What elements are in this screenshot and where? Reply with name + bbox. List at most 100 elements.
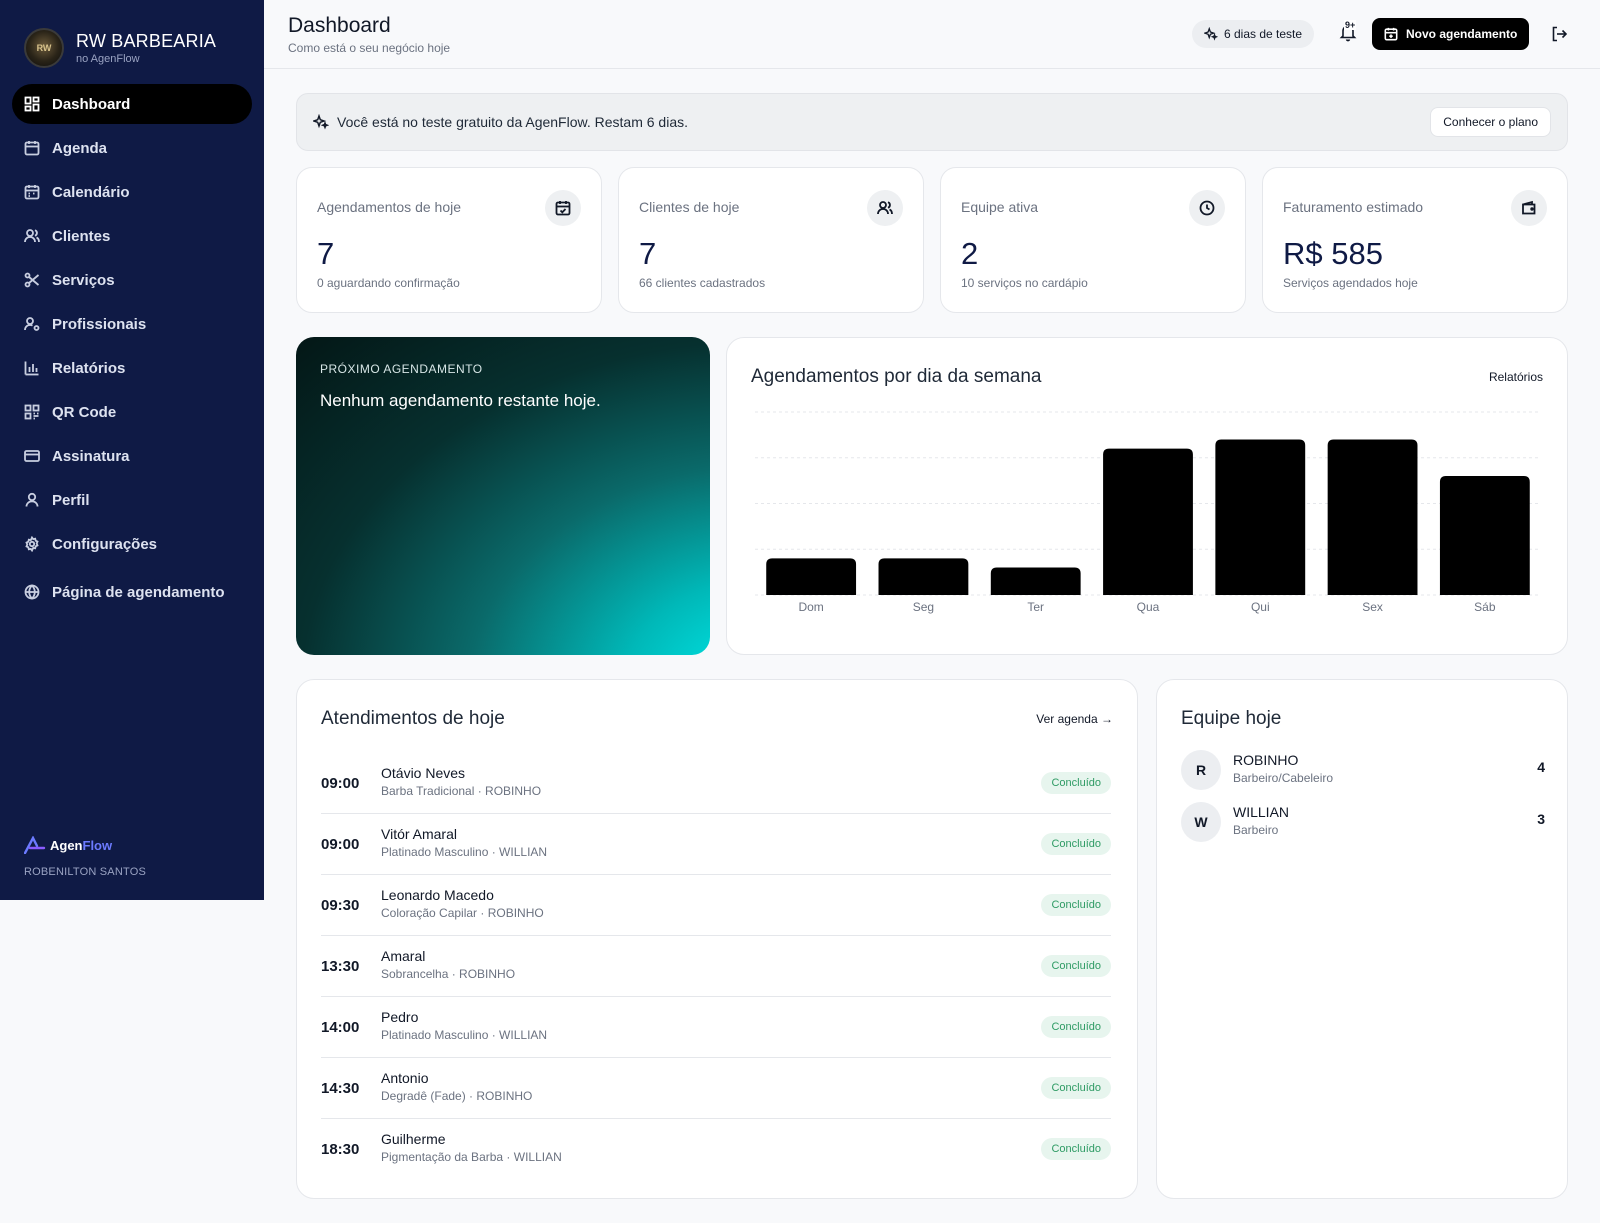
appointment-row[interactable]: 14:00 Pedro Platinado Masculino · WILLIA… bbox=[321, 997, 1111, 1058]
appointment-list: 09:00 Otávio Neves Barba Tradicional · R… bbox=[321, 753, 1111, 1180]
trial-banner: Você está no teste gratuito da AgenFlow.… bbox=[296, 93, 1568, 151]
sidebar-item-configuracoes[interactable]: Configurações bbox=[12, 524, 252, 564]
status-badge: Concluído bbox=[1041, 833, 1111, 855]
appointment-time: 13:30 bbox=[321, 958, 360, 975]
appointment-row[interactable]: 09:00 Otávio Neves Barba Tradicional · R… bbox=[321, 753, 1111, 814]
user-cog-icon bbox=[24, 317, 40, 331]
appointment-row[interactable]: 14:30 Antonio Degradê (Fade) · ROBINHO C… bbox=[321, 1058, 1111, 1119]
top-header: Dashboard Como está o seu negócio hoje 6… bbox=[264, 0, 1600, 69]
appointment-service: Platinado Masculino · WILLIAN bbox=[381, 1028, 548, 1042]
appointment-client: Leonardo Macedo bbox=[381, 887, 494, 903]
team-member-count: 4 bbox=[1537, 759, 1545, 775]
new-appointment-button[interactable]: Novo agendamento bbox=[1372, 18, 1530, 50]
dashboard-icon bbox=[24, 96, 40, 112]
chart-bar-dom[interactable] bbox=[766, 558, 857, 595]
chart-tick-label: Sex bbox=[1362, 600, 1383, 614]
agenflow-logo-flow: Flow bbox=[82, 837, 113, 853]
sidebar-item-pagina-de-agendamento[interactable]: Página de agendamento bbox=[12, 572, 252, 612]
sidebar-item-dashboard[interactable]: Dashboard bbox=[12, 84, 252, 124]
trial-days-label: 6 dias de teste bbox=[1224, 27, 1303, 41]
agenflow-logo[interactable]: Agen Flow bbox=[24, 836, 146, 854]
appointment-row[interactable]: 18:30 Guilherme Pigmentação da Barba · W… bbox=[321, 1119, 1111, 1180]
appointments-title: Atendimentos de hoje bbox=[321, 708, 505, 729]
view-agenda-link[interactable]: Ver agenda → bbox=[1036, 712, 1113, 726]
sidebar: RW RW BARBEARIA no AgenFlow Dashboard Ag… bbox=[0, 0, 264, 900]
stat-card-appointments-today: Agendamentos de hoje 7 0 aguardando conf… bbox=[296, 167, 602, 313]
team-member-role: Barbeiro bbox=[1233, 823, 1279, 837]
sidebar-item-qr-code[interactable]: QR Code bbox=[12, 392, 252, 432]
chart-bar-seg[interactable] bbox=[878, 558, 969, 595]
appointment-row[interactable]: 13:30 Amaral Sobrancelha · ROBINHO Concl… bbox=[321, 936, 1111, 997]
wallet-icon bbox=[1522, 200, 1536, 215]
agenflow-logo-agen: Agen bbox=[50, 837, 83, 853]
sidebar-item-perfil[interactable]: Perfil bbox=[12, 480, 252, 520]
sidebar-item-label: Configurações bbox=[52, 535, 158, 553]
stat-value: R$ 585 bbox=[1283, 236, 1383, 271]
owner-name: ROBENILTON SANTOS bbox=[24, 866, 146, 878]
status-badge: Concluído bbox=[1041, 955, 1111, 977]
sidebar-item-label: Perfil bbox=[52, 491, 90, 509]
appointment-service: Pigmentação da Barba · WILLIAN bbox=[381, 1150, 562, 1164]
team-member-name: WILLIAN bbox=[1233, 804, 1290, 820]
trial-days-pill[interactable]: 6 dias de teste bbox=[1192, 20, 1315, 48]
status-badge: Concluído bbox=[1041, 894, 1111, 916]
sparkles-icon bbox=[1204, 27, 1218, 41]
sidebar-item-assinatura[interactable]: Assinatura bbox=[12, 436, 252, 476]
sidebar-item-label: QR Code bbox=[52, 403, 117, 421]
team-member-row[interactable]: R ROBINHO Barbeiro/Cabeleiro 4 bbox=[1181, 750, 1545, 790]
chart-bar-sex[interactable] bbox=[1327, 439, 1418, 595]
next-appointment-label: PRÓXIMO AGENDAMENTO bbox=[320, 362, 483, 376]
sidebar-item-label: Clientes bbox=[52, 227, 111, 245]
sidebar-item-calendario[interactable]: Calendário bbox=[12, 172, 252, 212]
sidebar-item-clientes[interactable]: Clientes bbox=[12, 216, 252, 256]
stat-icon-wrapper bbox=[1511, 190, 1547, 226]
globe-icon bbox=[24, 584, 40, 600]
sparkles-icon bbox=[313, 114, 329, 130]
todays-appointments-card: Atendimentos de hoje Ver agenda → 09:00 … bbox=[296, 679, 1138, 1199]
stat-card-clients-today: Clientes de hoje 7 66 clientes cadastrad… bbox=[618, 167, 924, 313]
page-title: Dashboard bbox=[288, 14, 391, 37]
stat-label: Clientes de hoje bbox=[639, 199, 740, 215]
sidebar-item-label: Relatórios bbox=[52, 359, 126, 377]
team-member-row[interactable]: W WILLIAN Barbeiro 3 bbox=[1181, 802, 1545, 842]
calendar-plus-icon bbox=[1384, 27, 1398, 41]
sidebar-footer: Agen Flow ROBENILTON SANTOS bbox=[24, 836, 146, 878]
brand[interactable]: RW RW BARBEARIA no AgenFlow bbox=[0, 0, 264, 78]
sidebar-item-relatorios[interactable]: Relatórios bbox=[12, 348, 252, 388]
logout-button[interactable] bbox=[1550, 25, 1568, 43]
sidebar-item-label: Calendário bbox=[52, 183, 130, 201]
appointment-service: Coloração Capilar · ROBINHO bbox=[381, 906, 544, 920]
chart-bar-ter[interactable] bbox=[990, 567, 1081, 595]
chart-bar-qui[interactable] bbox=[1215, 439, 1306, 595]
sidebar-item-profissionais[interactable]: Profissionais bbox=[12, 304, 252, 344]
user-icon bbox=[25, 492, 39, 507]
appointment-row[interactable]: 09:00 Vitór Amaral Platinado Masculino ·… bbox=[321, 814, 1111, 875]
notification-badge: 9+ bbox=[1344, 20, 1357, 30]
see-plan-button[interactable]: Conhecer o plano bbox=[1430, 107, 1551, 137]
chart-tick-label: Seg bbox=[913, 600, 934, 614]
brand-name: RW BARBEARIA bbox=[76, 31, 217, 51]
next-appointment-text: Nenhum agendamento restante hoje. bbox=[320, 391, 601, 410]
trial-banner-text: Você está no teste gratuito da AgenFlow.… bbox=[337, 114, 688, 130]
appointment-client: Vitór Amaral bbox=[381, 826, 457, 842]
chart-bar-qua[interactable] bbox=[1103, 448, 1193, 595]
sidebar-item-agenda[interactable]: Agenda bbox=[12, 128, 252, 168]
team-today-card: Equipe hoje R ROBINHO Barbeiro/Cabeleiro… bbox=[1156, 679, 1568, 1199]
sidebar-item-servicos[interactable]: Serviços bbox=[12, 260, 252, 300]
next-appointment-card: PRÓXIMO AGENDAMENTO Nenhum agendamento r… bbox=[296, 337, 710, 655]
team-member-name: ROBINHO bbox=[1233, 752, 1299, 768]
appointment-row[interactable]: 09:30 Leonardo Macedo Coloração Capilar … bbox=[321, 875, 1111, 936]
credit-card-icon bbox=[24, 450, 40, 462]
chart-bar-sáb[interactable] bbox=[1439, 476, 1530, 595]
sidebar-item-label: Página de agendamento bbox=[52, 583, 225, 601]
sidebar-item-label: Agenda bbox=[52, 139, 108, 157]
barbershop-logo: RW bbox=[24, 28, 64, 68]
qr-code-icon bbox=[24, 404, 40, 420]
team-member-count: 3 bbox=[1537, 811, 1545, 827]
clock-icon bbox=[1199, 200, 1215, 216]
status-badge: Concluído bbox=[1041, 1077, 1111, 1099]
notifications-button[interactable]: 9+ bbox=[1338, 20, 1358, 42]
stat-hint: Serviços agendados hoje bbox=[1283, 276, 1418, 290]
stat-icon-wrapper bbox=[545, 190, 581, 226]
appointment-service: Degradê (Fade) · ROBINHO bbox=[381, 1089, 533, 1103]
